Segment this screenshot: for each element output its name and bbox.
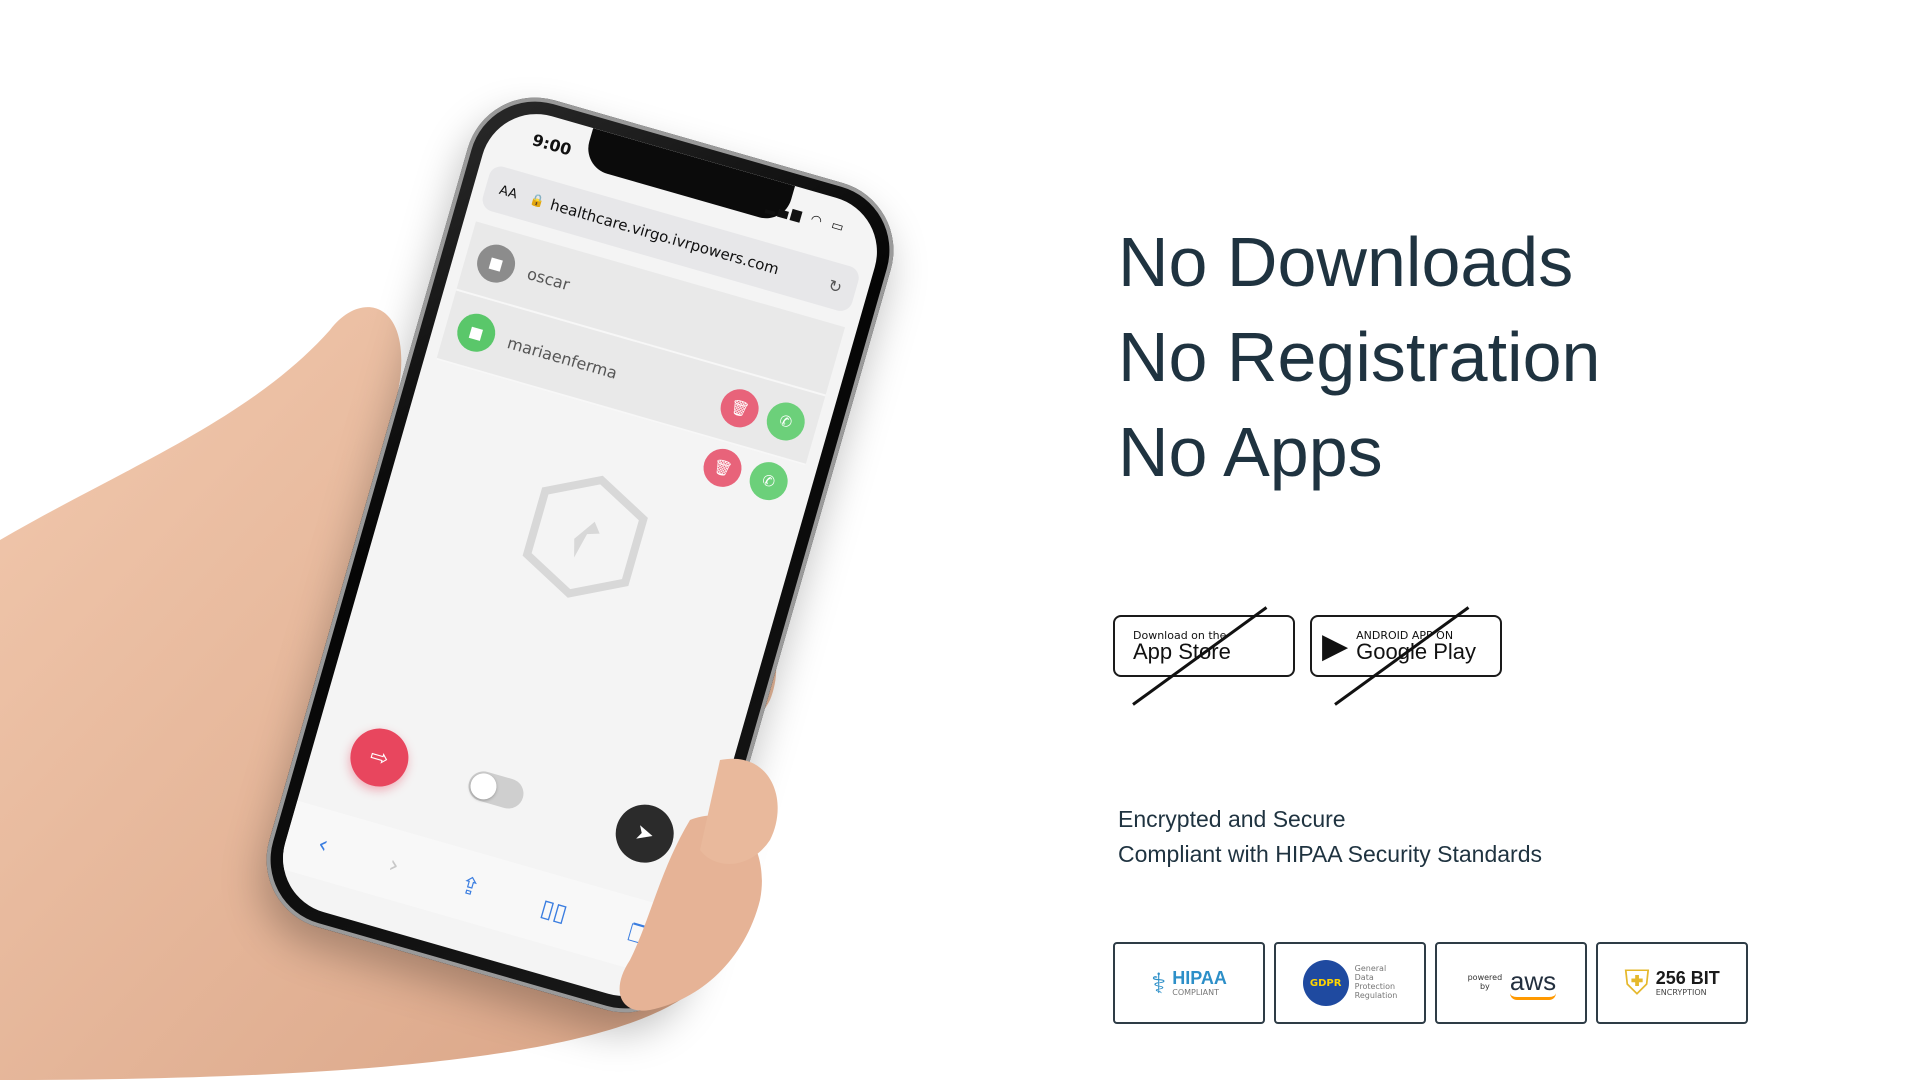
hand-fingers-front	[619, 758, 778, 1011]
security-line-1: Encrypted and Secure	[1118, 806, 1346, 832]
google-play-badge: ▶ ANDROID APP ON Google Play	[1310, 615, 1502, 677]
hipaa-sub-label: COMPLIANT	[1172, 988, 1220, 998]
shield-icon: ⛨	[1624, 963, 1650, 1003]
gdpr-badge: GDPR General Data Protection Regulation	[1274, 942, 1426, 1024]
app-store-badge: Download on the App Store	[1113, 615, 1295, 677]
hipaa-label: HIPAA	[1172, 968, 1227, 989]
security-line-2: Compliant with HIPAA Security Standards	[1118, 841, 1542, 867]
caduceus-icon: ⚕	[1151, 966, 1167, 1000]
aws-powered-by: powered by	[1467, 973, 1503, 991]
security-statement: Encrypted and Secure Compliant with HIPA…	[1118, 802, 1542, 872]
eu-stars-icon: GDPR	[1302, 960, 1349, 1006]
ssl-label: 256 BIT	[1655, 968, 1720, 989]
ssl-sub-label: ENCRYPTION	[1655, 988, 1707, 998]
headline-line-1: No Downloads	[1118, 223, 1574, 301]
aws-smile-icon	[1509, 993, 1556, 1000]
hand-holding-phone: 9:00 ▂▄▆ ◠ ▭ AA 🔒 healthcare.virgo.ivrpo…	[0, 0, 1000, 1080]
play-icon: ▶	[1322, 626, 1349, 666]
headline-line-2: No Registration	[1118, 318, 1601, 396]
gdpr-label: GDPR	[1309, 977, 1342, 989]
ssl-badge: ⛨ 256 BIT ENCRYPTION	[1596, 942, 1748, 1024]
headline-line-3: No Apps	[1118, 413, 1383, 491]
aws-badge: powered by aws	[1435, 942, 1587, 1024]
hipaa-badge: ⚕ HIPAA COMPLIANT	[1113, 942, 1265, 1024]
headline: No Downloads No Registration No Apps	[1118, 215, 1600, 500]
gdpr-sub-4: Regulation	[1354, 990, 1398, 1000]
